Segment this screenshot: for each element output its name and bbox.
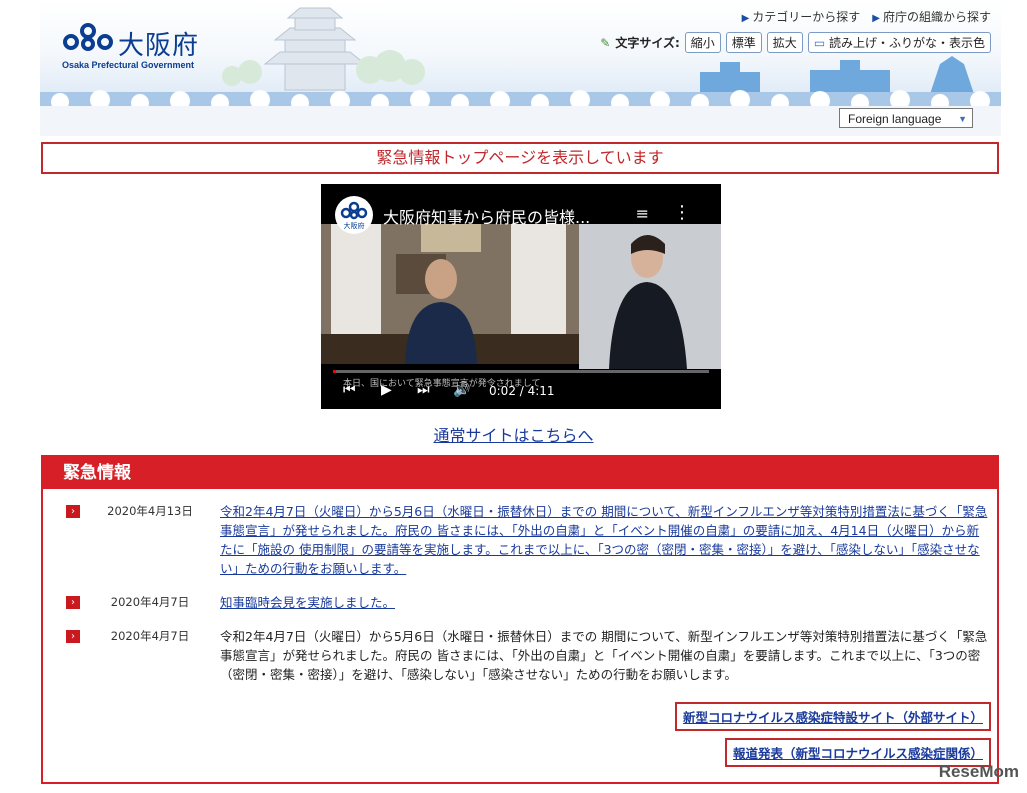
site-header: 大阪府 Osaka Prefectural Government ▶ カテゴリーか… (40, 0, 1001, 136)
press-release-link[interactable]: 報道発表（新型コロナウイルス感染症関係） (733, 746, 983, 761)
more-options-icon[interactable]: ⋮ (673, 202, 691, 223)
font-size-controls: ✎ 文字サイズ: 縮小 標準 拡大 ▭ 読み上げ・ふりがな・表示色 (600, 32, 991, 53)
normal-site-link[interactable]: 通常サイトはこちらへ (433, 426, 593, 445)
osaka-logo[interactable]: 大阪府 Osaka Prefectural Government (62, 22, 232, 74)
font-shrink-button[interactable]: 縮小 (684, 32, 721, 53)
item-date: 2020年4月13日 (107, 504, 193, 518)
chevron-down-icon: ▼ (958, 114, 967, 124)
channel-avatar-label: 大阪府 (343, 222, 365, 230)
play-icon[interactable]: ▶ (381, 382, 392, 398)
chevron-right-icon: › (66, 630, 80, 643)
interpreter-illustration (579, 224, 721, 369)
foreign-language-select[interactable]: Foreign language ▼ (839, 108, 973, 128)
pencil-icon: ✎ (600, 35, 611, 50)
governor-video-player[interactable]: 大阪府 大阪府知事から府民の皆様... ≡ ⋮ 本日、国において緊急事態宣言が発… (321, 184, 721, 409)
video-progress-bar[interactable] (333, 370, 709, 373)
reader-button[interactable]: ▭ 読み上げ・ふりがな・表示色 (807, 32, 991, 53)
item-link[interactable]: 令和2年4月7日（火曜日）から5月6日（水曜日・振替休日）までの 期間について、… (220, 502, 990, 578)
emergency-info-panel: 緊急情報 › 2020年4月13日 令和2年4月7日（火曜日）から5月6日（水曜… (41, 455, 999, 784)
covid-special-site-link[interactable]: 新型コロナウイルス感染症特設サイト（外部サイト） (683, 710, 983, 725)
item-date: 2020年4月7日 (110, 595, 190, 609)
skip-next-icon[interactable]: ⏭ (417, 382, 430, 398)
emergency-item: › 2020年4月7日 令和2年4月7日（火曜日）から5月6日（水曜日・振替休日… (63, 627, 987, 687)
chevron-right-icon: › (66, 505, 80, 518)
emergency-item: › 2020年4月7日 知事臨時会見を実施しました。 (63, 593, 983, 613)
monitor-icon: ▭ (813, 36, 826, 50)
triangle-right-icon: ▶ (872, 13, 880, 24)
logo-name: 大阪府 (118, 31, 200, 61)
video-progress-fill (333, 370, 336, 373)
video-scene-illustration (321, 224, 579, 364)
top-nav-links: ▶ カテゴリーから探す ▶ 府庁の組織から探す (742, 8, 991, 25)
category-search-label: カテゴリーから探す (752, 10, 861, 24)
emergency-heading: 緊急情報 (43, 457, 997, 489)
osaka-emblem-icon (63, 23, 113, 51)
font-standard-button[interactable]: 標準 (725, 32, 762, 53)
video-frame-sign-interpreter (579, 224, 721, 369)
item-date: 2020年4月7日 (110, 629, 190, 643)
volume-icon[interactable]: 🔊 (453, 382, 470, 398)
video-title[interactable]: 大阪府知事から府民の皆様... (383, 204, 590, 228)
chevron-right-icon: › (66, 596, 80, 609)
queue-icon[interactable]: ≡ (636, 204, 649, 223)
emergency-top-notice: 緊急情報トップページを表示しています (41, 142, 999, 174)
category-search-link[interactable]: ▶ カテゴリーから探す (742, 8, 861, 25)
normal-site-link-wrapper: 通常サイトはこちらへ (0, 422, 1027, 446)
organization-search-link[interactable]: ▶ 府庁の組織から探す (872, 8, 991, 25)
item-text: 令和2年4月7日（火曜日）から5月6日（水曜日・振替休日）までの 期間について、… (220, 629, 988, 682)
channel-avatar[interactable]: 大阪府 (335, 196, 373, 234)
triangle-right-icon: ▶ (741, 13, 750, 24)
font-enlarge-button[interactable]: 拡大 (766, 32, 803, 53)
foreign-language-label: Foreign language (848, 112, 942, 126)
emergency-item: › 2020年4月13日 令和2年4月7日（火曜日）から5月6日（水曜日・振替休… (63, 502, 987, 582)
skip-back-icon[interactable]: ⏮ (343, 382, 356, 398)
video-time: 0:02 / 4:11 (489, 384, 555, 398)
reader-button-label: 読み上げ・ふりがな・表示色 (828, 36, 985, 50)
item-link[interactable]: 知事臨時会見を実施しました。 (220, 593, 990, 612)
logo-subtitle: Osaka Prefectural Government (62, 60, 195, 70)
resemom-watermark: ReseMom (938, 762, 1019, 781)
covid-special-site-button[interactable]: 新型コロナウイルス感染症特設サイト（外部サイト） (674, 702, 991, 731)
organization-search-label: 府庁の組織から探す (882, 10, 991, 24)
video-frame-governor (321, 224, 579, 364)
font-size-label: 文字サイズ: (615, 36, 680, 50)
